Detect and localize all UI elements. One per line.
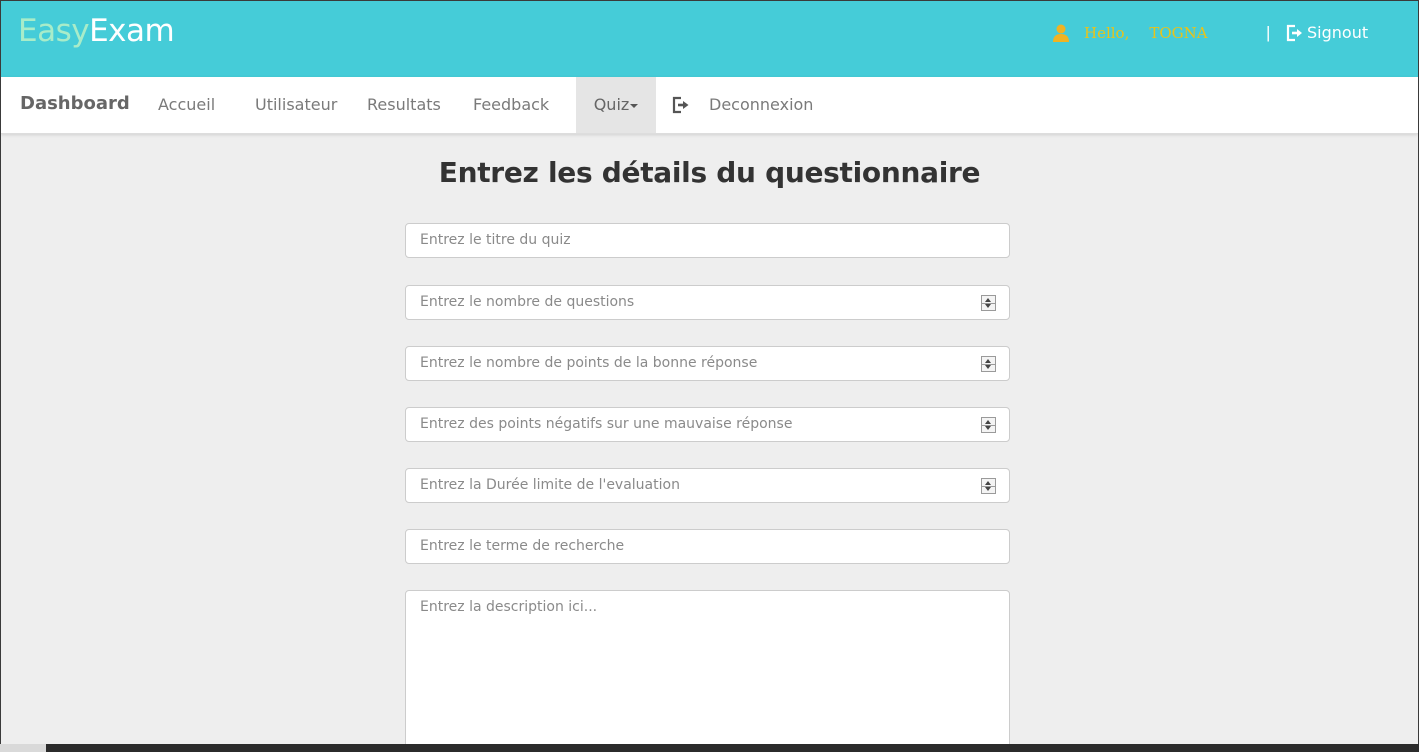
stepper-down-icon [985,426,991,430]
logo-part-easy: Easy [18,13,90,49]
user-greeting: Hello, TOGNA [1052,23,1208,43]
logout-icon[interactable] [672,96,690,114]
stepper-up-icon [985,298,991,302]
time-limit-stepper[interactable] [981,478,996,494]
user-icon [1053,24,1069,42]
nav-item-utilisateur[interactable]: Utilisateur [255,77,337,133]
stepper-up-icon [985,359,991,363]
signout-icon [1286,24,1302,41]
header-divider: | [1266,23,1271,42]
stepper-up-icon [985,420,991,424]
time-limit-placeholder: Entrez la Durée limite de l'evaluation [420,477,680,493]
description-textarea[interactable]: Entrez la description ici... [405,590,1010,751]
quiz-title-input[interactable]: Entrez le titre du quiz [405,223,1010,258]
taskbar-strip [0,744,1419,752]
taskbar-start-area [0,744,46,752]
username: TOGNA [1149,24,1208,42]
stepper-down-icon [985,304,991,308]
navbar: Dashboard Accueil Utilisateur Resultats … [1,77,1418,134]
description-placeholder: Entrez la description ici... [420,599,598,615]
stepper-down-icon [985,365,991,369]
logo-part-exam: Exam [89,13,175,49]
quiz-title-placeholder: Entrez le titre du quiz [420,232,571,248]
greeting-text: Hello, [1084,24,1130,42]
correct-points-placeholder: Entrez le nombre de points de la bonne r… [420,355,758,371]
search-term-placeholder: Entrez le terme de recherche [420,538,625,554]
page: EasyExam Hello, TOGNA | Signout Dashboar… [0,0,1419,751]
negative-points-input[interactable]: Entrez des points négatifs sur une mauva… [405,407,1010,442]
nav-item-quiz-label: Quiz [593,95,630,114]
nav-item-resultats[interactable]: Resultats [367,77,441,133]
chevron-down-icon [630,103,639,108]
signout-link[interactable]: Signout [1285,23,1368,42]
negative-points-placeholder: Entrez des points négatifs sur une mauva… [420,416,793,432]
signout-label: Signout [1307,23,1369,42]
correct-points-input[interactable]: Entrez le nombre de points de la bonne r… [405,346,1010,381]
stepper-down-icon [985,487,991,491]
question-count-stepper[interactable] [981,295,996,311]
nav-brand-dashboard[interactable]: Dashboard [20,93,130,114]
nav-item-quiz-dropdown[interactable]: Quiz [576,77,656,133]
search-term-input[interactable]: Entrez le terme de recherche [405,529,1010,564]
nav-item-accueil[interactable]: Accueil [158,77,215,133]
page-title: Entrez les détails du questionnaire [438,156,981,189]
negative-points-stepper[interactable] [981,417,996,433]
question-count-placeholder: Entrez le nombre de questions [420,294,635,310]
stepper-up-icon [985,481,991,485]
nav-item-feedback[interactable]: Feedback [473,77,549,133]
question-count-input[interactable]: Entrez le nombre de questions [405,285,1010,320]
time-limit-input[interactable]: Entrez la Durée limite de l'evaluation [405,468,1010,503]
logo[interactable]: EasyExam [18,11,175,51]
top-header: EasyExam Hello, TOGNA | Signout [1,1,1418,77]
correct-points-stepper[interactable] [981,356,996,372]
nav-item-deconnexion[interactable]: Deconnexion [709,77,813,133]
